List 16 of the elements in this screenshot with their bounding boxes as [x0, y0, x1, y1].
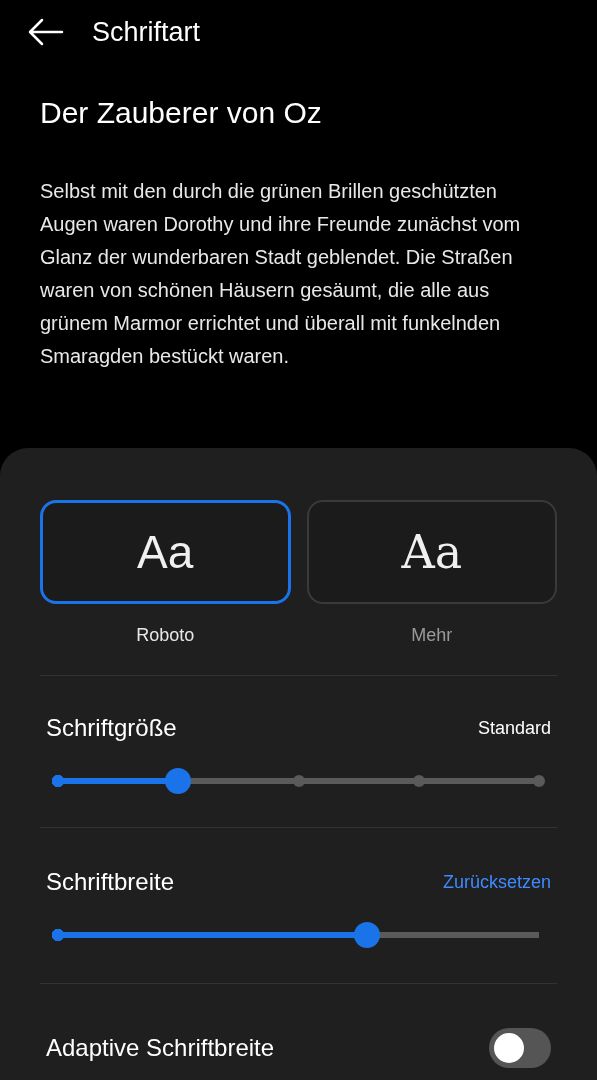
font-size-label: Schriftgröße	[46, 713, 177, 743]
page-title: Schriftart	[92, 15, 201, 49]
adaptive-width-label: Adaptive Schriftbreite	[46, 1033, 275, 1063]
font-option-label: Roboto	[136, 624, 195, 647]
font-option-card[interactable]: Aa	[306, 500, 557, 604]
back-arrow-icon[interactable]	[28, 18, 64, 46]
slider-thumb[interactable]	[354, 922, 381, 948]
slider-thumb[interactable]	[165, 768, 192, 794]
font-size-value: Standard	[477, 716, 551, 740]
preview-paragraph: Selbst mit den durch die grünen Brillen geschützten Augen waren Dorothy und ihre Freunde zunächst vom Glanz der wunderbaren Stadt geblendet. Die Straßen waren von schönen Häusern gesäumt, die alle aus grünem Marmor errichtet und überall mit funkelnden Smaragden bestückt waren.	[40, 179, 522, 369]
font-option-label: Mehr	[411, 624, 453, 647]
font-width-label: Schriftbreite	[46, 867, 175, 897]
reset-link[interactable]: Zurücksetzen	[442, 868, 551, 896]
font-option-card[interactable]: Aa	[40, 500, 291, 604]
toggle-switch[interactable]	[489, 1028, 551, 1068]
preview-title: Der Zauberer von Oz	[40, 95, 323, 131]
